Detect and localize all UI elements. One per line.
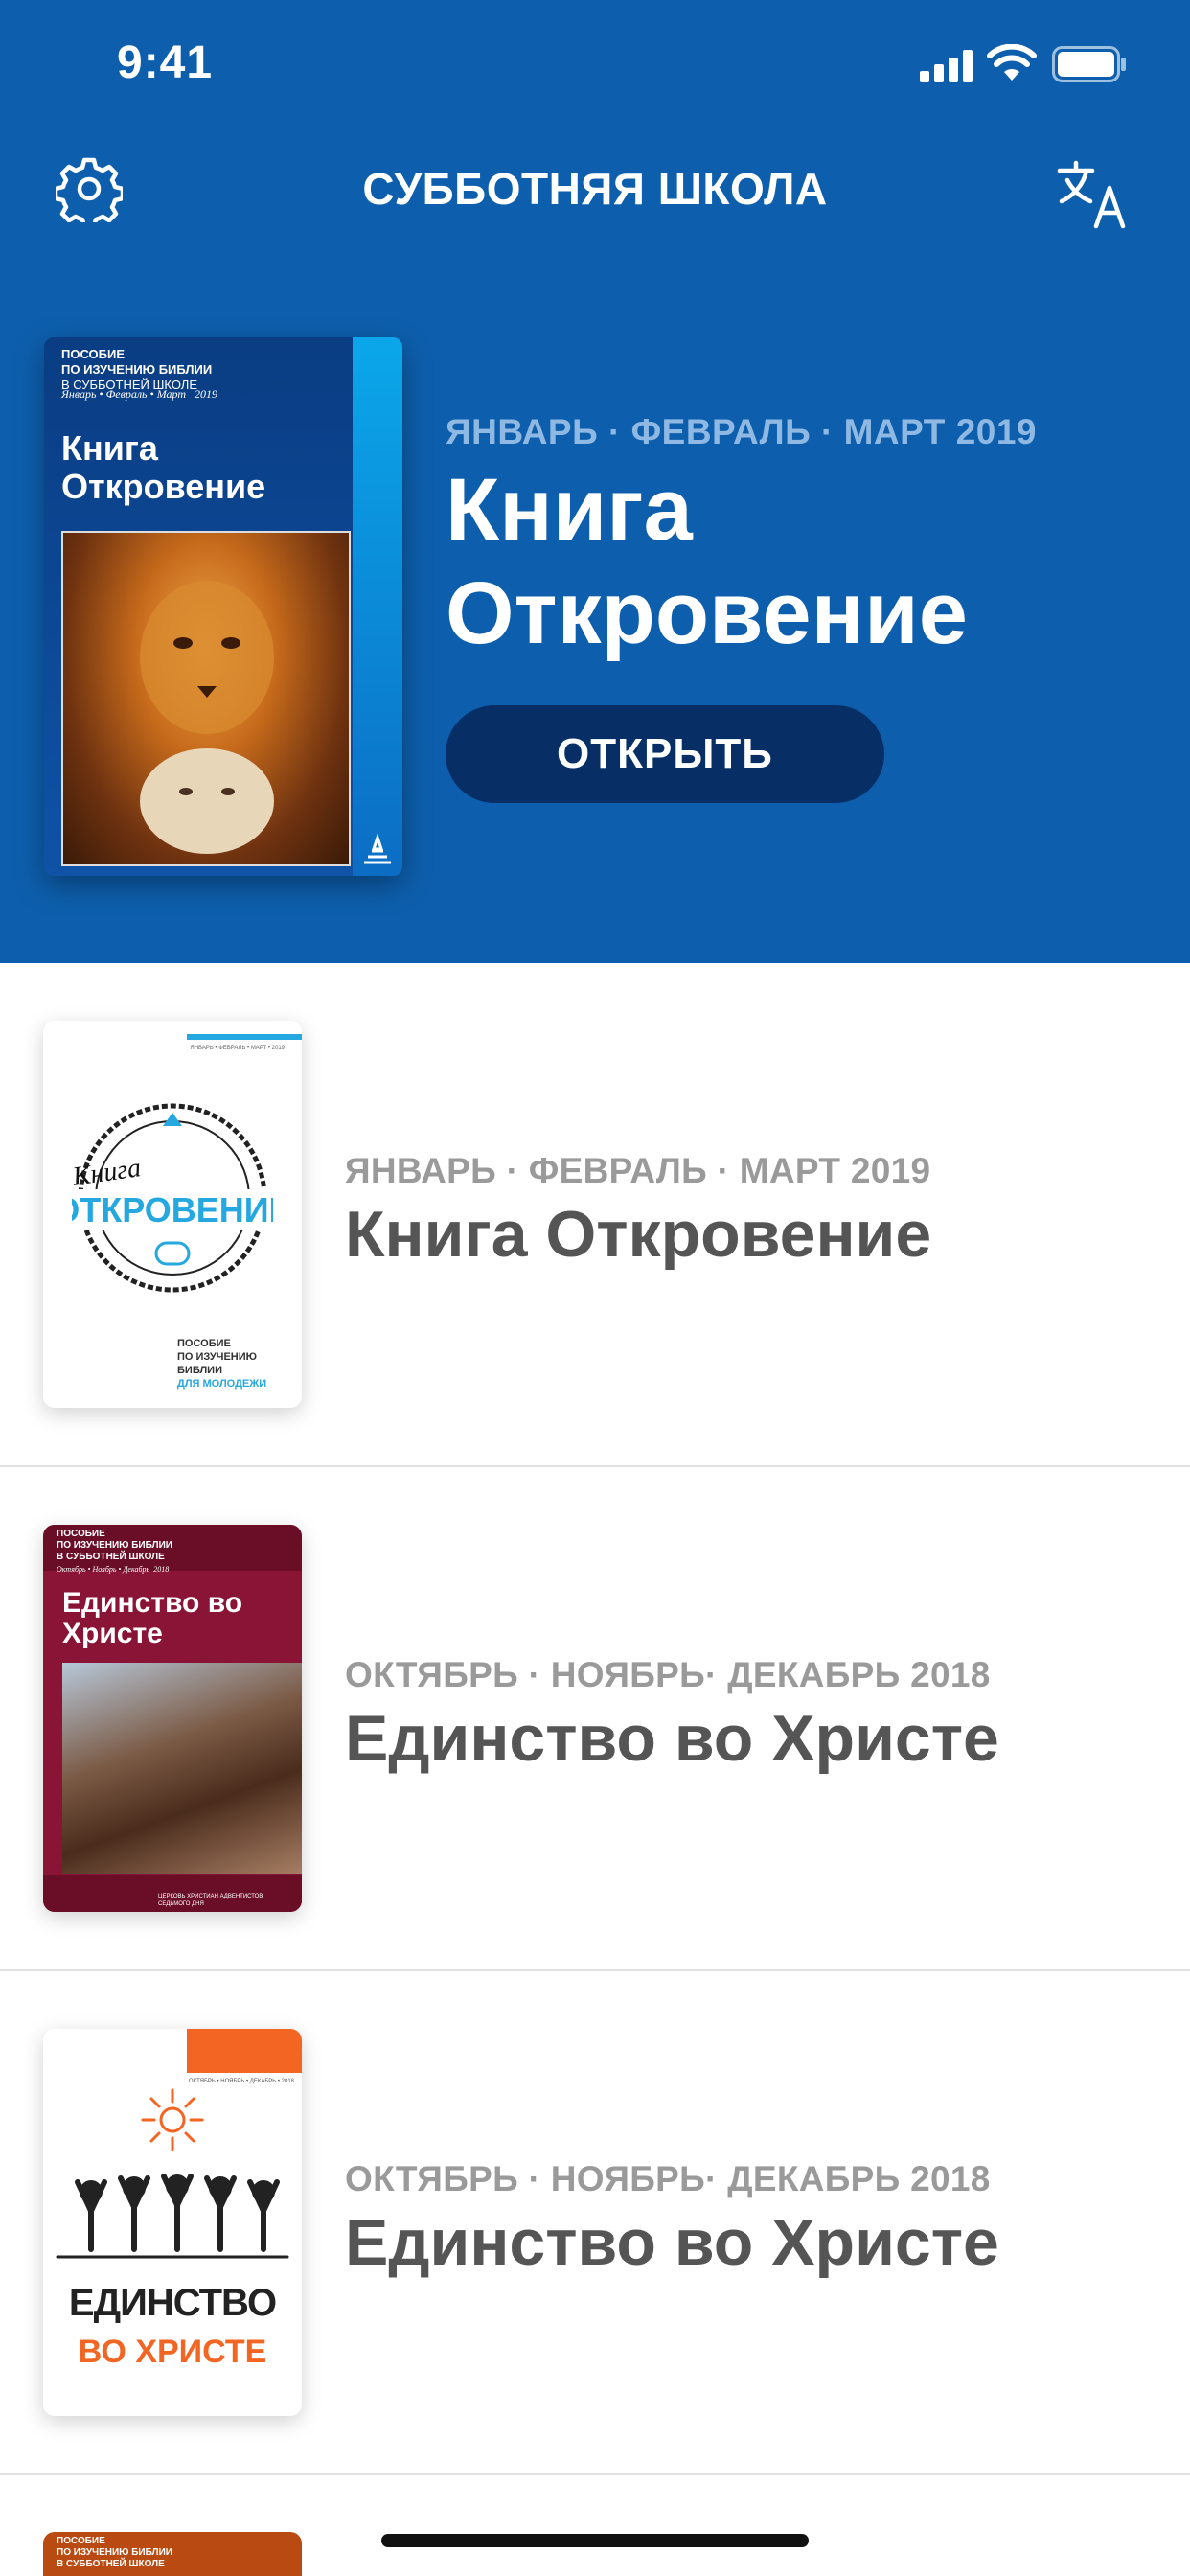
svg-text:Книга: Книга	[72, 1153, 143, 1192]
quarterly-date: ОКТЯБРЬ · НОЯБРЬ· ДЕКАБРЬ 2018	[345, 1655, 991, 1694]
status-bar: 9:41	[0, 0, 1190, 126]
quarterly-list: ЯНВАРЬ • ФЕВРАЛЬ • МАРТ • 2019 Книга ОТК…	[0, 963, 1190, 2475]
wifi-icon	[987, 44, 1037, 80]
quarterly-title: Книга Откровение	[345, 1198, 932, 1271]
translate-icon[interactable]	[1056, 155, 1133, 232]
featured-date: ЯНВАРЬ · ФЕВРАЛЬ · МАРТ 2019	[446, 412, 1038, 451]
home-indicator[interactable]	[381, 2534, 809, 2547]
quarterly-cover-image[interactable]: ПОСОБИЕ ПО ИЗУЧЕНИЮ БИБЛИИ В СУББОТНЕЙ Ш…	[43, 2532, 302, 2576]
svg-text:ОТКРОВЕНИЕ: ОТКРОВЕНИЕ	[72, 1190, 273, 1230]
page-title: СУББОТНЯЯ ШКОЛА	[362, 164, 828, 214]
quarterly-cover-image: ЯНВАРЬ • ФЕВРАЛЬ • МАРТ • 2019 Книга ОТК…	[43, 1021, 302, 1408]
stamp-illustration: Книга ОТКРОВЕНИЕ	[72, 1103, 273, 1293]
quarterly-date: ОКТЯБРЬ · НОЯБРЬ· ДЕКАБРЬ 2018	[345, 2159, 991, 2198]
featured-title: Книга Откровение	[446, 461, 968, 662]
list-item[interactable]: ПОСОБИЕ ПО ИЗУЧЕНИЮ БИБЛИИ В СУББОТНЕЙ Ш…	[0, 1467, 1190, 1971]
status-time: 9:41	[117, 37, 214, 88]
hands-photo	[62, 1663, 302, 1874]
featured-cover-image[interactable]: ПОСОБИЕ ПО ИЗУЧЕНИЮ БИБЛИИ В СУББОТНЕЙ Ш…	[44, 337, 402, 876]
sun-illustration	[141, 2088, 204, 2151]
people-illustration	[56, 2174, 289, 2259]
quarterly-date: ЯНВАРЬ · ФЕВРАЛЬ · МАРТ 2019	[345, 1151, 931, 1190]
featured-info: ЯНВАРЬ · ФЕВРАЛЬ · МАРТ 2019 Книга Откро…	[446, 412, 1155, 665]
battery-icon	[1052, 46, 1126, 82]
quarterly-title: Единство во Христе	[345, 2206, 999, 2279]
featured-header: 9:41 СУББОТНЯЯ ШКОЛА ПОСОБИЕ ПО ИЗУЧЕНИЮ…	[0, 0, 1190, 963]
quarterly-title: Единство во Христе	[345, 1702, 999, 1775]
church-logo-icon	[364, 834, 391, 864]
quarterly-cover-image: ПОСОБИЕ ПО ИЗУЧЕНИЮ БИБЛИИ В СУББОТНЕЙ Ш…	[43, 1525, 302, 1912]
nav-bar: СУББОТНЯЯ ШКОЛА	[0, 144, 1190, 240]
cellular-signal-icon	[920, 50, 973, 82]
open-button[interactable]: ОТКРЫТЬ	[446, 705, 884, 803]
list-item[interactable]: ЯНВАРЬ • ФЕВРАЛЬ • МАРТ • 2019 Книга ОТК…	[0, 963, 1190, 1467]
lion-lamb-illustration	[61, 531, 351, 866]
featured-cover-title: Книга Откровение	[61, 428, 266, 506]
quarterly-cover-image: ОКТЯБРЬ • НОЯБРЬ • ДЕКАБРЬ • 2018 ЕДИНСТ…	[43, 2029, 302, 2416]
list-item[interactable]: ОКТЯБРЬ • НОЯБРЬ • ДЕКАБРЬ • 2018 ЕДИНСТ…	[0, 1971, 1190, 2475]
